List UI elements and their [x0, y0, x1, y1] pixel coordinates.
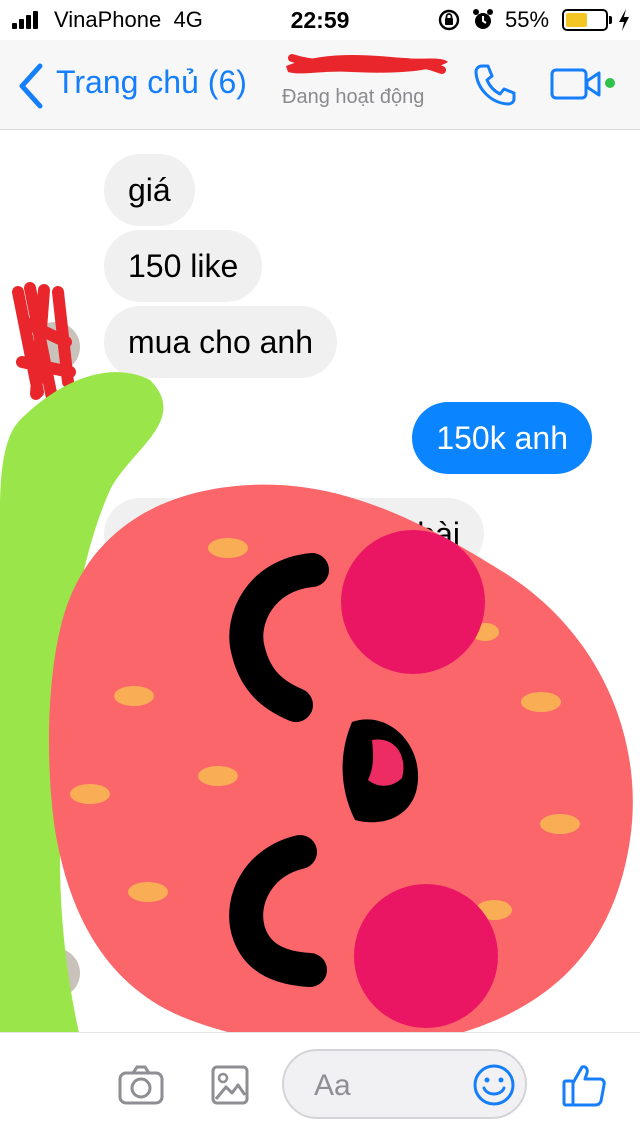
camera-icon[interactable]: [117, 1063, 165, 1107]
message-input-placeholder: Aa: [314, 1069, 351, 1102]
incoming-message[interactable]: bài: [104, 498, 484, 570]
alarm-icon: [473, 9, 493, 29]
chevron-left-icon[interactable]: [14, 62, 48, 110]
battery-percent: 55%: [505, 7, 550, 32]
battery-level: [566, 13, 587, 27]
status-bar: VinaPhone 4G 22:59 55%: [0, 0, 640, 40]
composer-bar: Aa: [0, 1032, 640, 1136]
battery-tip: [609, 16, 612, 24]
phone-icon[interactable]: [470, 60, 518, 108]
message-input[interactable]: Aa: [282, 1049, 527, 1119]
redacted-avatar-scribble: [12, 282, 76, 404]
incoming-message[interactable]: giá: [104, 154, 195, 226]
photo-icon[interactable]: [210, 1063, 250, 1107]
contact-status: Đang hoạt động: [282, 86, 425, 108]
redacted-contact-name[interactable]: [282, 48, 452, 82]
active-status-dot: [605, 78, 615, 88]
message-list[interactable]: giá 150 like mua cho anh 150k anh bài: [0, 130, 640, 1032]
battery-icon: [562, 9, 608, 31]
incoming-message[interactable]: 150 like: [104, 230, 263, 302]
avatar[interactable]: [30, 948, 80, 998]
conversation-header: Trang chủ (6) Đang hoạt động: [0, 40, 640, 130]
outgoing-message[interactable]: 150k anh: [412, 402, 592, 474]
video-camera-icon[interactable]: [549, 64, 605, 104]
charging-bolt-icon: [619, 9, 629, 31]
incoming-message[interactable]: mua cho anh: [104, 306, 338, 378]
thumbs-up-icon[interactable]: [560, 1061, 608, 1109]
emoji-icon[interactable]: [472, 1063, 516, 1107]
rotation-lock-icon: [438, 9, 460, 31]
back-button[interactable]: Trang chủ (6): [56, 64, 247, 101]
